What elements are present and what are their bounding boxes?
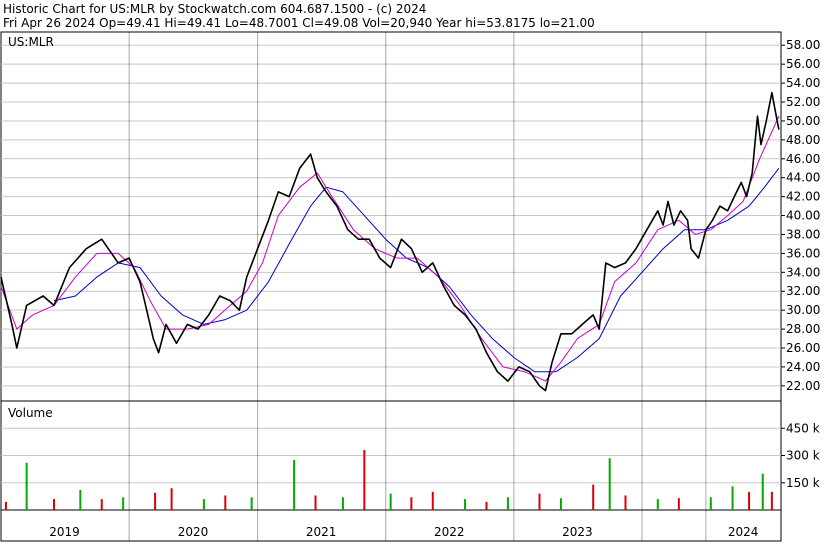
volume-bar [53, 499, 56, 510]
volume-bar [464, 499, 467, 510]
price-tick-label: 34.00 [786, 265, 820, 279]
volume-bar [250, 497, 253, 510]
price-tick-label: 36.00 [786, 246, 820, 260]
volume-tick-label: 450 k [786, 421, 820, 435]
stock-chart: Historic Chart for US:MLR by Stockwatch.… [0, 0, 830, 543]
volume-bar [25, 462, 28, 510]
volume-bar [314, 495, 317, 510]
volume-bar [363, 450, 366, 510]
price-tick-label: 30.00 [786, 303, 820, 317]
volume-bar [761, 473, 764, 510]
chart-svg: Historic Chart for US:MLR by Stockwatch.… [0, 0, 830, 543]
price-tick-label: 56.00 [786, 57, 820, 71]
volume-bar [154, 492, 157, 510]
price-tick-label: 28.00 [786, 322, 820, 336]
volume-bar [431, 491, 434, 510]
volume-bar [224, 495, 227, 510]
price-tick-label: 58.00 [786, 38, 820, 52]
volume-bar [677, 498, 680, 510]
year-label: 2023 [562, 525, 593, 539]
volume-bar [559, 498, 562, 510]
price-tick-label: 44.00 [786, 171, 820, 185]
volume-tick-label: 300 k [786, 449, 820, 463]
price-tick-label: 42.00 [786, 190, 820, 204]
volume-label: Volume [8, 406, 53, 420]
price-tick-label: 22.00 [786, 379, 820, 393]
volume-bar [410, 497, 413, 510]
price-tick-label: 32.00 [786, 284, 820, 298]
year-label: 2024 [728, 525, 759, 539]
volume-bar [79, 490, 82, 510]
volume-bar [608, 458, 611, 510]
price-tick-label: 40.00 [786, 209, 820, 223]
price-tick-label: 50.00 [786, 114, 820, 128]
volume-bar [656, 499, 659, 510]
volume-bar [122, 497, 125, 510]
price-tick-label: 24.00 [786, 360, 820, 374]
header-line-1: Historic Chart for US:MLR by Stockwatch.… [3, 2, 426, 16]
volume-bar [709, 497, 712, 510]
volume-bar [731, 486, 734, 510]
symbol-label: US:MLR [8, 35, 54, 49]
volume-bar [341, 497, 344, 510]
year-label: 2020 [178, 525, 209, 539]
volume-bar [202, 499, 205, 510]
year-label: 2021 [306, 525, 337, 539]
volume-bar [538, 493, 541, 510]
volume-bar [4, 501, 7, 510]
volume-bar [770, 491, 773, 510]
year-label: 2022 [434, 525, 465, 539]
price-tick-label: 54.00 [786, 76, 820, 90]
volume-bar [624, 495, 627, 510]
price-tick-label: 52.00 [786, 95, 820, 109]
volume-y-tick-labels: 450 k 300 k 150 k [786, 421, 820, 490]
volume-bar [485, 501, 488, 510]
volume-bar [170, 488, 173, 510]
price-tick-label: 38.00 [786, 227, 820, 241]
volume-bar [506, 497, 509, 510]
volume-bar [748, 491, 751, 510]
volume-bar [293, 460, 296, 510]
price-tick-label: 48.00 [786, 133, 820, 147]
volume-tick-label: 150 k [786, 476, 820, 490]
volume-bar [389, 493, 392, 510]
header-line-2: Fri Apr 26 2024 Op=49.41 Hi=49.41 Lo=48.… [3, 16, 595, 30]
volume-bar [592, 484, 595, 510]
year-label: 2019 [49, 525, 80, 539]
price-tick-label: 26.00 [786, 341, 820, 355]
volume-bar [100, 499, 103, 510]
price-tick-label: 46.00 [786, 152, 820, 166]
